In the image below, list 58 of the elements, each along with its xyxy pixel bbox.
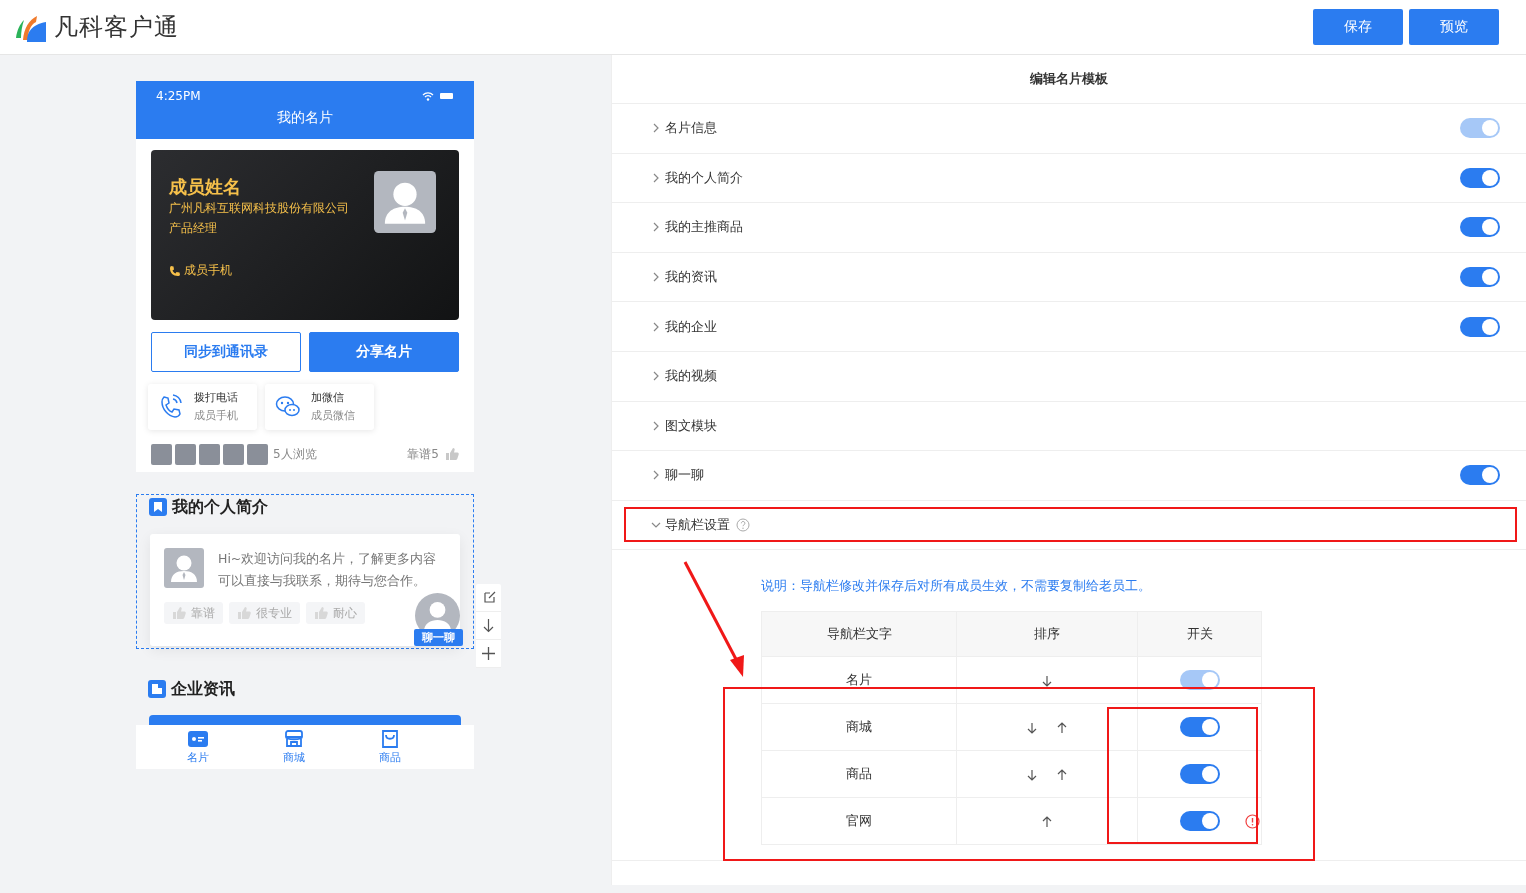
photo-placeholder xyxy=(151,443,172,465)
shopping-bag-icon xyxy=(379,729,401,749)
preview-button[interactable]: 预览 xyxy=(1409,9,1499,45)
toggle-switch[interactable] xyxy=(1460,217,1500,238)
table-cell: 商品 xyxy=(761,750,957,798)
avatar-placeholder xyxy=(164,548,204,588)
member-phone: 成员手机 xyxy=(184,263,232,278)
sync-contacts-button[interactable]: 同步到通讯录 xyxy=(151,332,301,372)
toggle-switch[interactable] xyxy=(1179,811,1220,832)
chat-button[interactable]: 聊一聊 xyxy=(414,629,463,646)
nav-tab[interactable]: 商城 xyxy=(246,725,342,769)
column-header: 排序 xyxy=(956,611,1138,657)
thumbs-up-icon xyxy=(314,606,328,620)
call-tile[interactable]: 拨打电话 成员手机 xyxy=(148,384,257,430)
photo-placeholder xyxy=(223,443,244,465)
id-card-icon xyxy=(187,729,209,749)
toggle-switch[interactable] xyxy=(1460,465,1500,486)
thumbs-up-icon xyxy=(237,606,251,620)
section-title: 企业资讯 xyxy=(171,678,235,700)
toggle-switch[interactable] xyxy=(1179,717,1220,738)
company-name: 广州凡科互联网科技股份有限公司 xyxy=(169,200,349,217)
thumbs-up-icon xyxy=(172,606,186,620)
battery-icon xyxy=(440,93,454,99)
column-header: 开关 xyxy=(1137,611,1262,657)
photo-placeholder xyxy=(247,443,268,465)
toggle-switch[interactable] xyxy=(1460,316,1500,337)
share-button[interactable]: 分享名片 xyxy=(309,332,459,372)
wifi-icon xyxy=(422,91,434,101)
photo-placeholder xyxy=(199,443,220,465)
intro-text: Hi~欢迎访问我的名片，了解更多内容可以直接与我联系，期待与您合作。 xyxy=(218,550,438,590)
phone-icon xyxy=(169,264,181,277)
building-icon xyxy=(148,680,166,698)
member-name: 成员姓名 xyxy=(169,176,241,198)
section-title: 我的个人简介 xyxy=(172,496,268,518)
view-count: 5人浏览 xyxy=(273,445,317,463)
bookmark-icon xyxy=(149,498,167,516)
toggle-switch[interactable] xyxy=(1460,267,1500,288)
table-cell: 商城 xyxy=(761,703,957,751)
job-title: 产品经理 xyxy=(169,220,217,237)
nav-tab[interactable]: 商品 xyxy=(342,725,438,769)
toggle-switch[interactable] xyxy=(1179,764,1220,785)
nav-tab[interactable]: 名片 xyxy=(150,725,246,769)
avatar-placeholder xyxy=(374,171,436,233)
column-header: 导航栏文字 xyxy=(761,611,957,657)
toggle-switch[interactable] xyxy=(1460,167,1500,188)
note-text: 说明：导航栏修改并保存后对所有成员生效，不需要复制给老员工。 xyxy=(761,578,1152,596)
table-cell: 名片 xyxy=(761,656,957,704)
thumbs-up-icon xyxy=(445,447,459,461)
phone-icon xyxy=(158,394,184,420)
save-button[interactable]: 保存 xyxy=(1313,9,1403,45)
wechat-tile[interactable]: 加微信 成员微信 xyxy=(265,384,374,430)
like-count: 靠谱5 xyxy=(407,445,439,463)
app-name: 凡科客户通 xyxy=(54,12,179,43)
status-time: 4:25PM xyxy=(156,89,201,103)
page-title: 我的名片 xyxy=(276,109,334,127)
photo-placeholder xyxy=(175,443,196,465)
store-icon xyxy=(283,729,305,749)
table-cell: 官网 xyxy=(761,797,957,845)
